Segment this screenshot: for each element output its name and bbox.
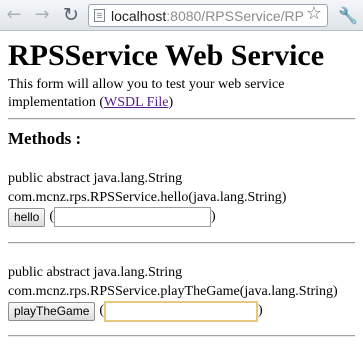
page-title: RPSService Web Service: [8, 39, 325, 72]
wsdl-file-link[interactable]: WSDL File: [104, 95, 168, 110]
method-signature-line1: public abstract java.lang.String: [8, 265, 183, 280]
divider: [8, 335, 355, 337]
url-host: localhost: [111, 8, 167, 24]
method-row-hello: hello(): [8, 207, 363, 233]
close-paren: ): [211, 209, 216, 224]
star-icon[interactable]: ☆: [303, 3, 325, 25]
address-bar[interactable]: localhost:8080/RPSService/RP: [88, 4, 328, 27]
hello-button[interactable]: hello: [8, 208, 46, 227]
reload-icon[interactable]: ↻: [60, 3, 82, 27]
method-signature-line1: public abstract java.lang.String: [8, 171, 183, 186]
page-content: RPSService Web Service This form will al…: [8, 31, 363, 337]
back-arrow-icon[interactable]: ←: [3, 3, 25, 27]
close-paren: ): [258, 303, 263, 318]
url-text: localhost:8080/RPSService/RP: [111, 7, 304, 25]
methods-heading: Methods :: [8, 129, 82, 148]
browser-toolbar: ← → ↻ localhost:8080/RPSService/RP ☆ 🔧: [0, 0, 363, 31]
method-row-playthegame: playTheGame(): [8, 301, 363, 327]
playthegame-input[interactable]: [104, 301, 259, 322]
intro-close: ): [168, 95, 174, 110]
method-signature-line2: com.mcnz.rps.RPSService.playTheGame(java…: [8, 284, 338, 299]
divider: [8, 118, 355, 120]
url-path: :8080/RPSService/RP: [166, 8, 304, 24]
method-signature-line2: com.mcnz.rps.RPSService.hello(java.lang.…: [8, 190, 287, 205]
hello-input[interactable]: [54, 207, 212, 227]
page-icon: [94, 9, 105, 22]
wrench-icon[interactable]: 🔧: [337, 5, 359, 27]
divider: [8, 242, 355, 244]
playthegame-button[interactable]: playTheGame: [8, 302, 96, 321]
intro-paragraph: This form will allow you to test your we…: [8, 76, 308, 112]
forward-arrow-icon[interactable]: →: [31, 3, 53, 27]
